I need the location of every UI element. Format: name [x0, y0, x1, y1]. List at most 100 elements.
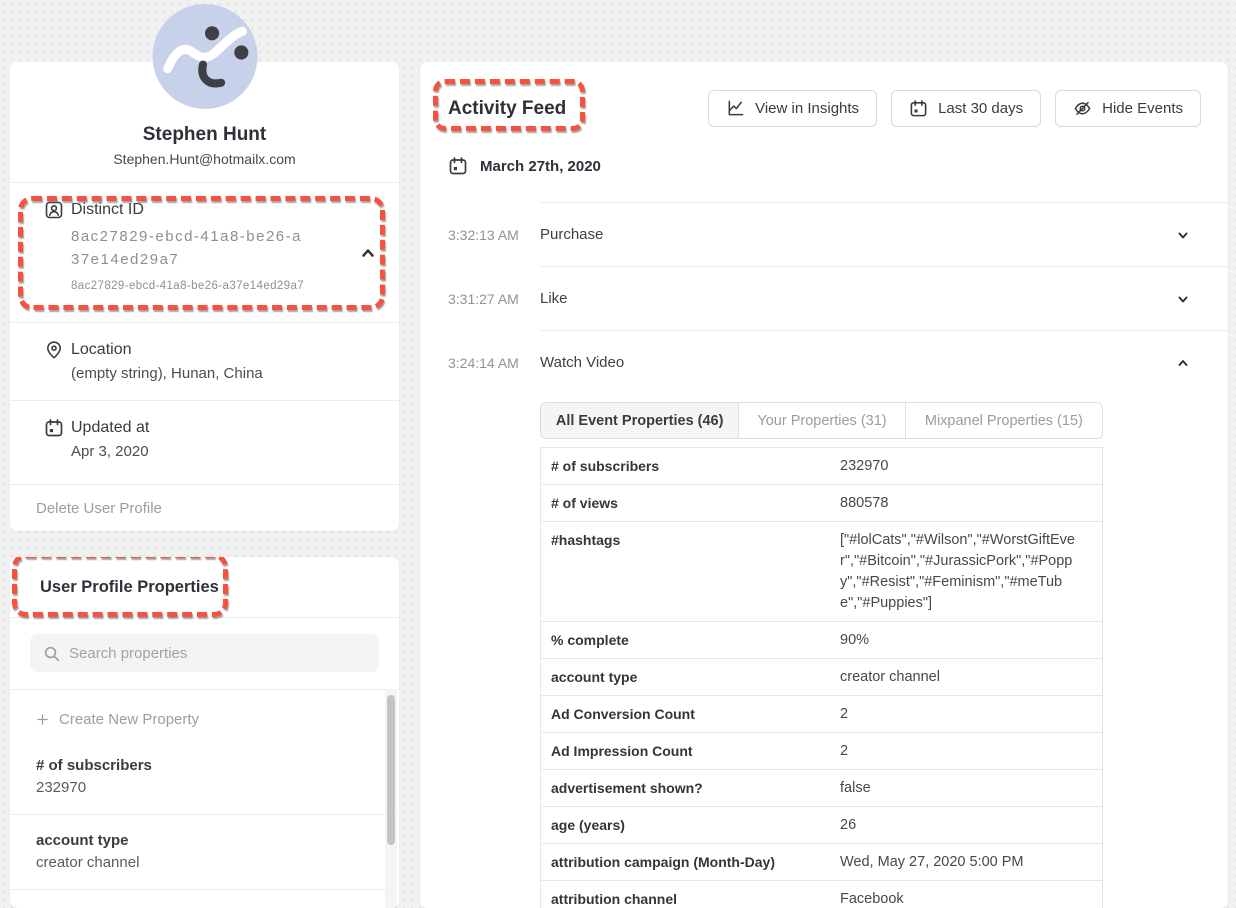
scrollbar-thumb[interactable] [387, 695, 395, 845]
view-in-insights-label: View in Insights [755, 100, 859, 117]
plus-icon [36, 713, 49, 726]
row-value: 26 [840, 815, 1092, 836]
row-key: attribution channel [551, 889, 840, 908]
chevron-up-icon[interactable] [1176, 356, 1190, 370]
hide-events-button[interactable]: Hide Events [1055, 90, 1201, 127]
profile-name: Stephen Hunt [143, 124, 267, 146]
distinct-id-value-small: 8ac27829-ebcd-41a8-be26-a37e14ed29a7 [71, 280, 375, 292]
table-row: account type creator channel [541, 659, 1102, 696]
event-properties-tabbar: All Event Properties (46) Your Propertie… [540, 402, 1103, 439]
tab-mixpanel-properties[interactable]: Mixpanel Properties (15) [905, 403, 1102, 438]
distinct-id-section: Distinct ID 8ac27829-ebcd-41a8-be26-a37e… [10, 183, 399, 322]
search-icon [43, 645, 60, 662]
delete-user-profile-button[interactable]: Delete User Profile [10, 485, 399, 532]
table-row: #hashtags ["#lolCats","#Wilson","#WorstG… [541, 522, 1102, 622]
property-list-item[interactable]: account type creator channel [10, 815, 399, 889]
location-label: Location [71, 341, 132, 359]
event-row-like[interactable]: 3:31:27 AM Like [420, 267, 1228, 330]
updated-at-section: Updated at Apr 3, 2020 [10, 401, 399, 484]
event-name: Purchase [540, 226, 1176, 243]
row-value: 232970 [840, 456, 1092, 477]
property-value: creator channel [36, 854, 373, 871]
row-value: Wed, May 27, 2020 5:00 PM [840, 852, 1092, 873]
property-name: account type [36, 832, 373, 849]
profile-email: Stephen.Hunt@hotmailx.com [113, 151, 295, 167]
collapse-caret-icon[interactable] [359, 244, 377, 262]
row-key: account type [551, 667, 840, 688]
feed-date-header: March 27th, 2020 [480, 158, 601, 175]
row-key: age (years) [551, 815, 840, 836]
event-name: Like [540, 290, 1176, 307]
last-30-days-label: Last 30 days [938, 100, 1023, 117]
properties-panel-title: User Profile Properties [40, 578, 219, 597]
row-value: false [840, 778, 1092, 799]
last-30-days-button[interactable]: Last 30 days [891, 90, 1041, 127]
distinct-id-label: Distinct ID [71, 201, 144, 219]
row-key: attribution campaign (Month-Day) [551, 852, 840, 873]
user-profile-properties-card: User Profile Properties Create New Prope… [10, 557, 399, 908]
property-name: # of subscribers [36, 757, 373, 774]
table-row: age (years) 26 [541, 807, 1102, 844]
event-detail-panel: All Event Properties (46) Your Propertie… [540, 402, 1103, 908]
table-row: advertisement shown? false [541, 770, 1102, 807]
table-row: attribution campaign (Month-Day) Wed, Ma… [541, 844, 1102, 881]
view-in-insights-button[interactable]: View in Insights [708, 90, 877, 127]
location-value: (empty string), Hunan, China [71, 365, 375, 382]
table-row: Ad Conversion Count 2 [541, 696, 1102, 733]
row-key: advertisement shown? [551, 778, 840, 799]
calendar-icon [448, 156, 468, 176]
row-value: 90% [840, 630, 1092, 651]
map-pin-icon [44, 340, 64, 360]
event-row-watch-video[interactable]: 3:24:14 AM Watch Video [420, 331, 1228, 394]
calendar-icon [44, 418, 64, 438]
table-row: attribution channel Facebook [541, 881, 1102, 908]
updated-at-value: Apr 3, 2020 [71, 443, 375, 460]
insights-chart-icon [726, 99, 745, 118]
row-key: Ad Impression Count [551, 741, 840, 762]
updated-at-label: Updated at [71, 419, 149, 437]
search-properties-input[interactable] [69, 645, 366, 662]
activity-feed-card: Activity Feed View in Insights Last 30 d… [420, 62, 1228, 908]
property-value: 232970 [36, 779, 373, 796]
event-properties-table: # of subscribers 232970 # of views 88057… [540, 447, 1103, 908]
row-key: % complete [551, 630, 840, 651]
chevron-down-icon[interactable] [1176, 228, 1190, 242]
user-profile-card: Stephen Hunt Stephen.Hunt@hotmailx.com D… [10, 62, 399, 531]
row-value: 880578 [840, 493, 1092, 514]
hide-events-label: Hide Events [1102, 100, 1183, 117]
eye-off-icon [1073, 99, 1092, 118]
id-card-icon [44, 200, 64, 220]
distinct-id-value: 8ac27829-ebcd-41a8-be26-a37e14ed29a7 [71, 225, 306, 272]
calendar-icon [909, 99, 928, 118]
event-row-purchase[interactable]: 3:32:13 AM Purchase [420, 203, 1228, 266]
property-list-item[interactable]: # of subscribers 232970 [10, 740, 399, 814]
row-value: 2 [840, 704, 1092, 725]
row-value: creator channel [840, 667, 1092, 688]
row-value: 2 [840, 741, 1092, 762]
event-time: 3:32:13 AM [448, 227, 540, 243]
event-time: 3:31:27 AM [448, 291, 540, 307]
create-new-property-label: Create New Property [59, 711, 199, 728]
create-new-property-button[interactable]: Create New Property [10, 690, 399, 740]
scrollbar-track[interactable] [385, 689, 397, 908]
row-value: Facebook [840, 889, 1092, 908]
user-avatar [152, 4, 257, 109]
tab-your-properties[interactable]: Your Properties (31) [738, 403, 904, 438]
divider [10, 889, 399, 890]
tab-all-event-properties[interactable]: All Event Properties (46) [541, 403, 738, 438]
table-row: # of views 880578 [541, 485, 1102, 522]
table-row: Ad Impression Count 2 [541, 733, 1102, 770]
table-row: % complete 90% [541, 622, 1102, 659]
row-key: # of views [551, 493, 840, 514]
event-time: 3:24:14 AM [448, 355, 540, 371]
event-name: Watch Video [540, 354, 1176, 371]
activity-feed-title: Activity Feed [448, 98, 566, 120]
row-key: #hashtags [551, 530, 840, 551]
row-key: # of subscribers [551, 456, 840, 477]
table-row: # of subscribers 232970 [541, 448, 1102, 485]
row-value: ["#lolCats","#Wilson","#WorstGiftEver","… [840, 530, 1092, 614]
location-section: Location (empty string), Hunan, China [10, 323, 399, 400]
chevron-down-icon[interactable] [1176, 292, 1190, 306]
row-key: Ad Conversion Count [551, 704, 840, 725]
search-properties-box[interactable] [30, 634, 379, 672]
